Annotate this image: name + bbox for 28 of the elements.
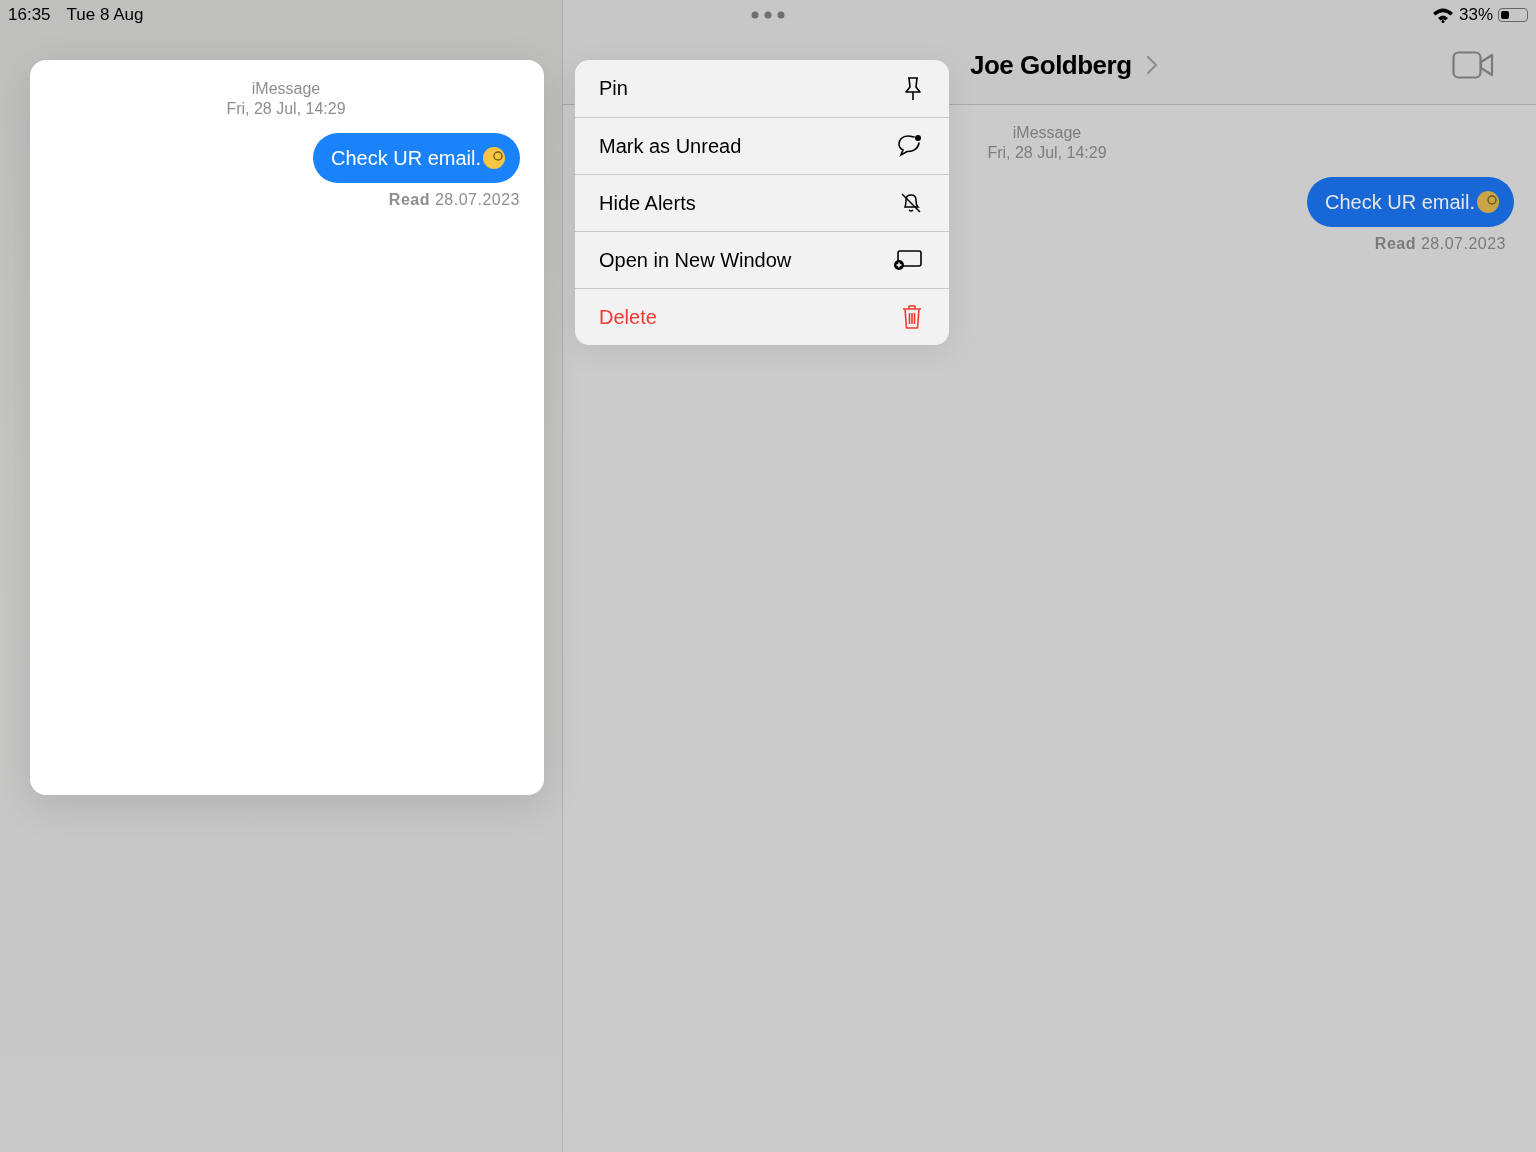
status-date: Tue 8 Aug [66, 5, 144, 25]
wifi-icon [1431, 7, 1454, 23]
message-bubble[interactable]: Check UR email. [1306, 177, 1514, 227]
menu-item[interactable]: Hide Alerts [575, 174, 949, 231]
multitasking-dots-icon[interactable] [751, 11, 785, 19]
battery-percent: 33% [1458, 5, 1493, 25]
message-timestamp: Fri, 28 Jul, 14:29 [226, 99, 346, 119]
pin-icon [903, 75, 923, 102]
status-time: 16:35 [8, 5, 51, 25]
message-bubble: Check UR email. [312, 133, 520, 183]
monocle-emoji-icon [482, 146, 506, 170]
menu-item[interactable]: Mark as Unread [575, 117, 949, 174]
contact-name[interactable]: Joe Goldberg [970, 49, 1132, 81]
read-receipt: Read 28.07.2023 [387, 191, 520, 209]
trash-icon [901, 304, 923, 330]
service-label: iMessage [1012, 123, 1082, 143]
chevron-icon[interactable] [1145, 55, 1158, 75]
menu-item[interactable]: Pin [575, 60, 949, 117]
bell-slash-icon [899, 191, 923, 215]
speech-bubble-icon [897, 134, 923, 158]
new-window-icon [893, 249, 923, 271]
battery-icon [1498, 8, 1528, 22]
monocle-emoji-icon [1476, 190, 1500, 214]
service-label: iMessage [251, 79, 321, 99]
menu-item[interactable]: Open in New Window [575, 231, 949, 288]
read-receipt: Read 28.07.2023 [1373, 235, 1506, 253]
message-timestamp: Fri, 28 Jul, 14:29 [987, 143, 1107, 163]
video-camera-icon[interactable] [1452, 51, 1494, 79]
